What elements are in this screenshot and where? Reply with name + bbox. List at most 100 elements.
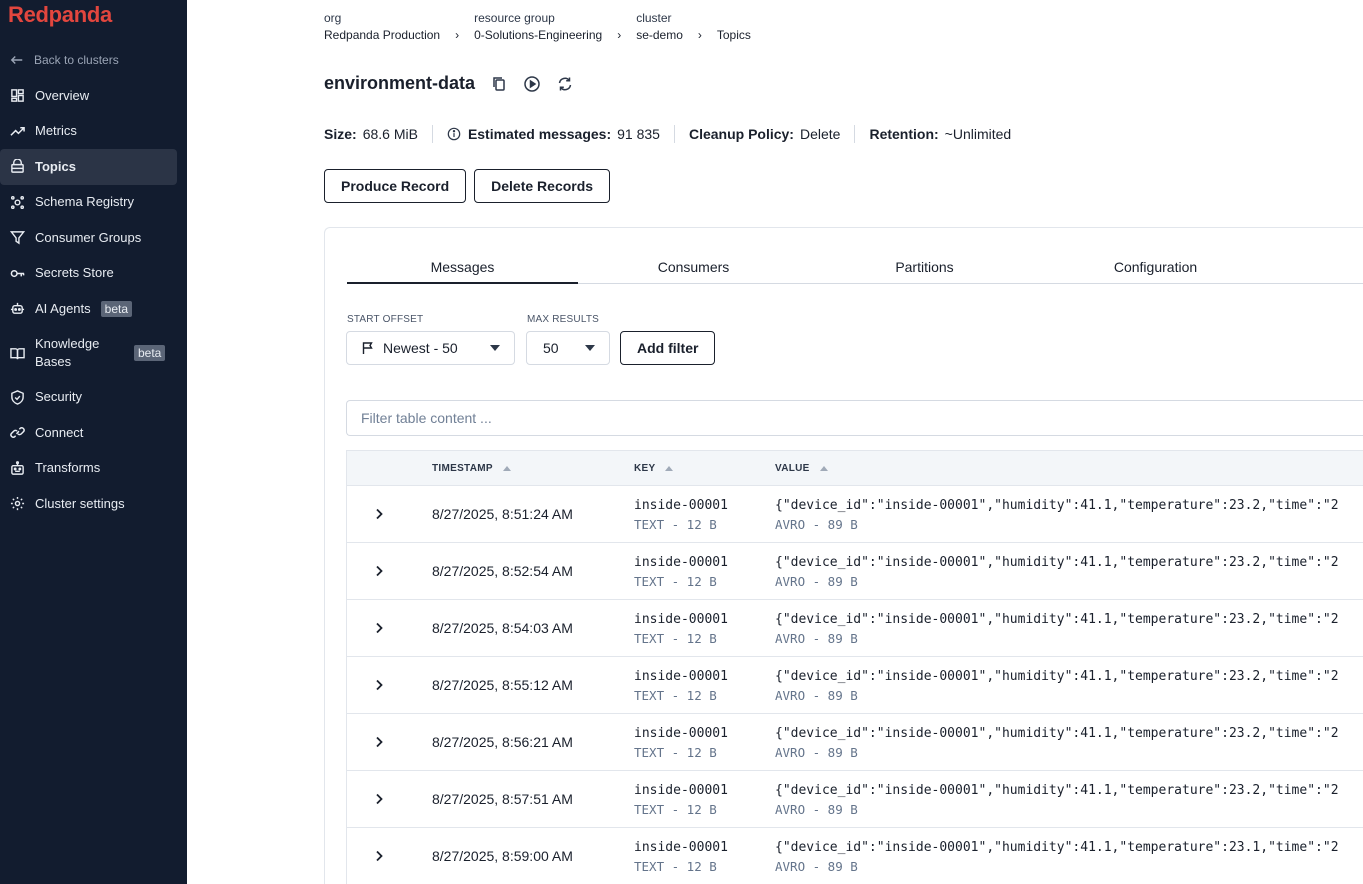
sidebar-item-label: Transforms [35,460,101,476]
breadcrumb-value: 0-Solutions-Engineering [474,28,603,42]
row-key-meta: TEXT - 12 B [634,859,717,874]
refresh-icon[interactable] [556,75,574,93]
row-value-meta: AVRO - 89 B [775,859,858,874]
redpanda-logo[interactable]: Redpanda [8,2,112,28]
table-row[interactable]: 8/27/2025, 8:57:51 AM inside-00001 TEXT … [346,771,1363,828]
delete-records-button[interactable]: Delete Records [474,169,611,203]
max-results-select[interactable]: 50 [526,331,610,365]
filter-icon [10,230,25,245]
filter-table-input[interactable] [346,400,1363,436]
stat-retention: Retention: ~Unlimited [869,126,1011,142]
sidebar-item-transforms[interactable]: Transforms [0,451,187,487]
breadcrumb-org[interactable]: org Redpanda Production [324,11,440,43]
row-key: inside-00001 [634,498,728,513]
breadcrumb-resource-group[interactable]: resource group 0-Solutions-Engineering [474,11,602,43]
sidebar-item-label: Security [35,389,82,405]
beta-badge: beta [100,300,133,317]
book-icon [10,346,25,361]
tab-messages[interactable]: Messages [347,250,578,284]
column-label: VALUE [775,463,810,474]
chevron-right-icon[interactable] [373,792,385,806]
row-key: inside-00001 [634,726,728,741]
row-key-meta: TEXT - 12 B [634,802,717,817]
table-row[interactable]: 8/27/2025, 8:51:24 AM inside-00001 TEXT … [346,486,1363,543]
chevron-right-icon[interactable] [373,849,385,863]
table-row[interactable]: 8/27/2025, 8:54:03 AM inside-00001 TEXT … [346,600,1363,657]
sidebar-item-cluster-settings[interactable]: Cluster settings [0,486,187,522]
chevron-right-icon[interactable] [373,564,385,578]
sidebar-item-consumer-groups[interactable]: Consumer Groups [0,220,187,256]
breadcrumb-key: org [324,11,342,25]
sidebar-item-security[interactable]: Security [0,380,187,416]
row-value: {"device_id":"inside-00001","humidity":4… [775,498,1339,513]
sidebar-item-label: Cluster settings [35,495,125,511]
column-timestamp[interactable]: TIMESTAMP [432,463,511,474]
table-row[interactable]: 8/27/2025, 8:55:12 AM inside-00001 TEXT … [346,657,1363,714]
row-timestamp: 8/27/2025, 8:55:12 AM [432,677,573,693]
flag-icon [362,342,373,354]
row-timestamp: 8/27/2025, 8:51:24 AM [432,506,573,522]
row-key-meta: TEXT - 12 B [634,517,717,532]
max-results-value: 50 [543,340,559,356]
row-value-meta: AVRO - 89 B [775,631,858,646]
sidebar-item-knowledge-bases[interactable]: Knowledge Bases beta [0,327,187,380]
sidebar-item-ai-agents[interactable]: AI Agents beta [0,291,187,327]
row-key-meta: TEXT - 12 B [634,574,717,589]
sidebar-item-topics[interactable]: Topics [0,149,177,185]
back-to-clusters-link[interactable]: Back to clusters [10,53,119,67]
link-icon [10,425,25,440]
sidebar-item-label: Consumer Groups [35,229,142,245]
stat-label: Cleanup Policy: [688,126,794,142]
robot-icon [10,460,25,476]
row-timestamp: 8/27/2025, 8:52:54 AM [432,563,573,579]
row-key-meta: TEXT - 12 B [634,745,717,760]
stat-cleanup-policy: Cleanup Policy: Delete [689,126,841,142]
row-timestamp: 8/27/2025, 8:56:21 AM [432,734,573,750]
chevron-right-icon[interactable] [373,621,385,635]
tab-configuration[interactable]: Configuration [1040,250,1271,283]
row-key: inside-00001 [634,669,728,684]
row-value-meta: AVRO - 89 B [775,574,858,589]
produce-record-button[interactable]: Produce Record [324,169,467,203]
table-row[interactable]: 8/27/2025, 8:52:54 AM inside-00001 TEXT … [346,543,1363,600]
start-offset-select[interactable]: Newest - 50 [346,331,515,365]
stat-size: Size: 68.6 MiB [324,126,418,142]
bot-icon [10,301,25,316]
chevron-right-icon[interactable] [373,735,385,749]
column-key[interactable]: KEY [634,463,674,474]
breadcrumb-current[interactable]: Topics [717,27,751,43]
row-value: {"device_id":"inside-00001","humidity":4… [775,783,1339,798]
play-circle-icon[interactable] [523,75,541,93]
sidebar-item-connect[interactable]: Connect [0,415,187,451]
sidebar-item-label: Schema Registry [35,194,134,210]
sidebar-item-overview[interactable]: Overview [0,78,187,114]
breadcrumb-value: se-demo [636,28,683,42]
page-title: environment-data [324,73,476,93]
tab-partitions[interactable]: Partitions [809,250,1040,283]
chevron-right-icon[interactable] [373,507,385,521]
tab-consumers[interactable]: Consumers [578,250,809,283]
back-label: Back to clusters [34,53,119,67]
row-value: {"device_id":"inside-00001","humidity":4… [775,840,1339,855]
breadcrumb-cluster[interactable]: cluster se-demo [636,11,683,43]
sidebar-item-label: Metrics [35,123,77,139]
add-filter-button[interactable]: Add filter [620,331,716,365]
schema-icon [10,195,25,210]
table-row[interactable]: 8/27/2025, 8:56:21 AM inside-00001 TEXT … [346,714,1363,771]
sidebar-item-metrics[interactable]: Metrics [0,114,187,150]
divider [673,125,675,143]
messages-table: TIMESTAMP KEY VALUE 8/27/2025, 8:51:24 A… [346,450,1363,884]
sidebar-item-secrets-store[interactable]: Secrets Store [0,256,187,292]
max-results-label: MAX RESULTS [527,314,600,325]
copy-icon[interactable] [490,75,508,93]
key-icon [10,266,25,281]
table-row[interactable]: 8/27/2025, 8:59:00 AM inside-00001 TEXT … [346,828,1363,884]
info-icon[interactable] [447,127,461,141]
column-value[interactable]: VALUE [775,463,828,474]
chevron-right-icon: › [617,28,622,42]
row-key: inside-00001 [634,840,728,855]
sidebar-item-schema-registry[interactable]: Schema Registry [0,185,187,221]
row-value: {"device_id":"inside-00001","humidity":4… [775,555,1339,570]
chevron-right-icon[interactable] [373,678,385,692]
dashboard-icon [10,88,25,103]
